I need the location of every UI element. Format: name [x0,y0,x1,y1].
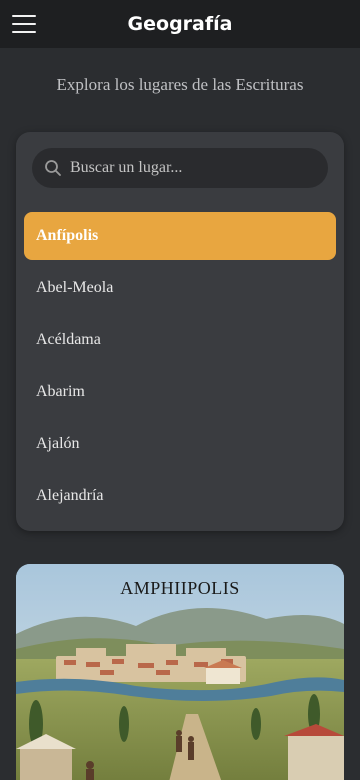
place-item-ajalon[interactable]: Ajalón [24,420,336,468]
image-caption: AMPHIIPOLIS [120,578,240,598]
place-item-abel-meola[interactable]: Abel-Meola [24,264,336,312]
places-panel: Anfípolis Abel-Meola Acéldama Abarim Aja… [16,132,344,531]
place-item-alejandria[interactable]: Alejandría [24,472,336,520]
page-subtitle: Explora los lugares de las Escrituras [56,75,304,94]
places-list: Anfípolis Abel-Meola Acéldama Abarim Aja… [24,212,336,524]
search-input[interactable] [70,159,310,177]
page-title: Geografía [127,13,233,35]
place-image-card[interactable]: AMPHIIPOLIS [16,564,344,780]
search-icon [45,160,61,176]
top-app-bar: Geografía [0,0,360,48]
place-item-anfipolis[interactable]: Anfípolis [24,212,336,260]
place-item-abarim[interactable]: Abarim [24,368,336,416]
search-bar[interactable] [32,148,328,188]
hamburger-menu-icon[interactable] [12,12,36,36]
place-item-aceldama[interactable]: Acéldama [24,316,336,364]
